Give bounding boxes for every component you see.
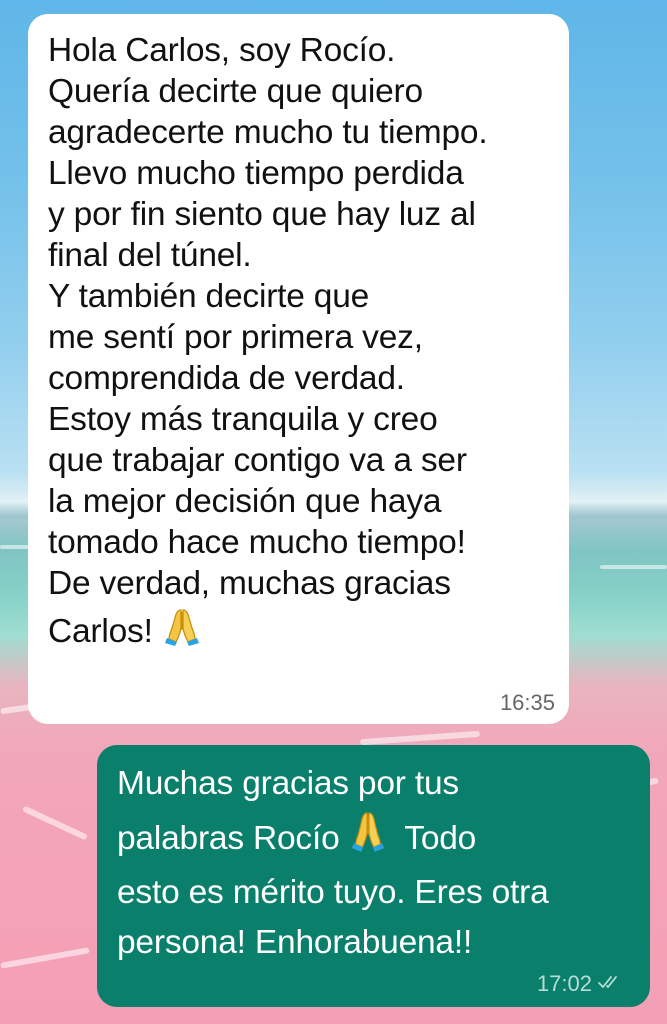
outgoing-message-time: 17:02 xyxy=(536,971,592,996)
incoming-message-time: 16:35 xyxy=(499,690,555,715)
incoming-message-bubble[interactable]: Hola Carlos, soy Rocío. Quería decirte q… xyxy=(28,14,569,724)
folded-hands-icon xyxy=(162,604,202,656)
outgoing-message-meta: 17:02 xyxy=(537,971,624,997)
salt-streak xyxy=(359,730,481,746)
outgoing-message-text: Muchas gracias por tus palabras Rocío To… xyxy=(117,765,549,961)
incoming-message-text: Hola Carlos, soy Rocío. Quería decirte q… xyxy=(48,30,549,656)
folded-hands-icon xyxy=(349,809,387,868)
salt-streak xyxy=(22,805,88,841)
salt-streak xyxy=(600,565,667,569)
salt-streak xyxy=(0,947,90,969)
outgoing-message-bubble[interactable]: Muchas gracias por tus palabras Rocío To… xyxy=(97,745,650,1007)
double-check-icon xyxy=(598,974,624,995)
